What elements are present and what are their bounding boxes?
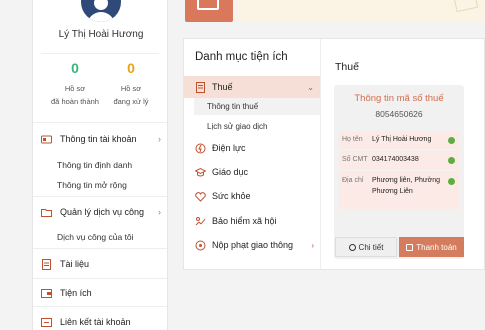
sidebar-item-linked-accounts[interactable]: Liên kết tài khoản bbox=[41, 314, 165, 330]
catalog-item-label: Sức khỏe bbox=[212, 191, 251, 201]
utility-icon bbox=[41, 288, 52, 299]
info-row-address: Địa chỉ Phương liên, Phường Phương Liên bbox=[339, 171, 459, 209]
info-key: Họ tên bbox=[342, 136, 363, 143]
stat-processing-label-2: đang xử lý bbox=[113, 97, 149, 106]
info-row-name: Họ tên Lý Thị Hoài Hương bbox=[339, 131, 459, 149]
education-icon bbox=[194, 167, 207, 178]
insurance-icon bbox=[195, 216, 206, 227]
sidebar-item-documents[interactable]: Tài liệu bbox=[41, 256, 165, 272]
tax-box-title: Thông tin mã số thuế bbox=[354, 93, 444, 104]
detail-button-label: Chi tiết bbox=[358, 242, 384, 252]
wallet-icon bbox=[406, 243, 414, 251]
pay-button[interactable]: Thanh toán bbox=[399, 237, 464, 257]
sidebar-subitem-my-services[interactable]: Dịch vụ công của tôi bbox=[57, 232, 134, 242]
catalog-item-traffic-fines[interactable]: Nộp phạt giao thông › bbox=[184, 234, 320, 256]
sidebar-item-label: Tiện ích bbox=[60, 288, 92, 298]
banner-decoration-icon bbox=[453, 0, 479, 13]
sidebar-subitem-extended[interactable]: Thông tin mở rộng bbox=[57, 180, 127, 190]
catalog-title: Danh mục tiện ích bbox=[195, 51, 288, 63]
divider bbox=[33, 278, 167, 279]
catalog-item-label: Điện lực bbox=[212, 143, 246, 153]
catalog-item-electricity[interactable]: Điện lực bbox=[184, 137, 320, 159]
catalog-item-tax[interactable]: Thuế ⌄ bbox=[184, 76, 320, 98]
divider bbox=[33, 248, 167, 249]
sidebar-item-label: Tài liệu bbox=[60, 259, 90, 269]
promo-icon-block bbox=[185, 0, 233, 22]
divider bbox=[33, 122, 167, 123]
sidebar-item-label: Liên kết tài khoản bbox=[60, 317, 131, 327]
sidebar-item-account[interactable]: Thông tin tài khoản › bbox=[41, 131, 165, 147]
info-value: 034174003438 bbox=[372, 156, 419, 163]
chevron-down-icon: ⌄ bbox=[307, 82, 314, 92]
divider bbox=[33, 196, 167, 197]
sidebar-item-label: Quản lý dịch vụ công bbox=[60, 207, 145, 217]
avatar-body-icon bbox=[87, 12, 115, 22]
detail-button[interactable]: Chi tiết bbox=[335, 237, 397, 257]
info-row-id: Số CMT 034174003438 bbox=[339, 151, 459, 169]
catalog-item-health[interactable]: Sức khỏe bbox=[184, 185, 320, 207]
info-value: Phương liên, Phường Phương Liên bbox=[372, 177, 440, 195]
pay-button-label: Thanh toán bbox=[416, 242, 457, 252]
document-icon bbox=[41, 258, 52, 270]
divider bbox=[41, 53, 159, 54]
sidebar-item-utilities[interactable]: Tiện ích bbox=[41, 285, 165, 301]
catalog-subitem-tax-info[interactable]: Thông tin thuế bbox=[194, 98, 320, 115]
chevron-right-icon: › bbox=[311, 240, 314, 250]
info-value: Lý Thị Hoài Hương bbox=[372, 136, 432, 143]
check-icon bbox=[448, 137, 455, 144]
electricity-icon bbox=[195, 143, 206, 154]
catalog-item-label: Nộp phạt giao thông bbox=[212, 240, 294, 250]
traffic-fine-icon bbox=[195, 240, 206, 251]
tax-heading: Thuế bbox=[335, 61, 359, 73]
chevron-right-icon: › bbox=[158, 134, 161, 144]
avatar[interactable] bbox=[81, 0, 121, 22]
stat-completed-label-1: Hồ sơ bbox=[64, 84, 86, 93]
check-icon bbox=[448, 157, 455, 164]
sidebar-item-public-services[interactable]: Quản lý dịch vụ công › bbox=[41, 204, 165, 220]
stat-completed[interactable]: 0 Hồ sơ đã hoàn thành bbox=[45, 60, 105, 108]
link-icon bbox=[41, 317, 52, 328]
stat-completed-count: 0 bbox=[71, 60, 79, 76]
catalog-item-label: Thuế bbox=[212, 82, 233, 92]
divider bbox=[320, 39, 321, 269]
catalog-item-education[interactable]: Giáo dục bbox=[184, 161, 320, 183]
top-banner bbox=[238, 0, 485, 22]
tax-code: 8054650626 bbox=[375, 109, 423, 119]
info-icon bbox=[348, 243, 356, 251]
avatar-head-icon bbox=[94, 0, 108, 10]
sidebar-item-label: Thông tin tài khoản bbox=[60, 134, 137, 144]
check-icon bbox=[448, 178, 455, 185]
left-sidebar: Lý Thị Hoài Hương 0 Hồ sơ đã hoàn thành … bbox=[32, 0, 168, 330]
health-icon bbox=[195, 191, 206, 202]
tax-icon bbox=[195, 81, 206, 93]
info-key: Địa chỉ bbox=[342, 177, 364, 184]
info-key: Số CMT bbox=[342, 156, 368, 163]
tray-icon bbox=[197, 0, 219, 10]
catalog-item-social-insurance[interactable]: Bảo hiểm xã hội bbox=[184, 210, 320, 232]
divider bbox=[33, 306, 167, 307]
stat-processing-count: 0 bbox=[127, 60, 135, 76]
catalog-item-label: Bảo hiểm xã hội bbox=[212, 216, 277, 226]
chevron-right-icon: › bbox=[158, 207, 161, 217]
stat-completed-label-2: đã hoàn thành bbox=[51, 97, 99, 106]
catalog-subitem-transaction-history[interactable]: Lịch sử giao dịch bbox=[194, 118, 320, 135]
stat-processing[interactable]: 0 Hồ sơ đang xử lý bbox=[101, 60, 161, 108]
folder-icon bbox=[41, 207, 52, 218]
catalog-item-label: Giáo dục bbox=[212, 167, 249, 177]
user-name: Lý Thị Hoài Hương bbox=[58, 29, 144, 40]
utility-card: Danh mục tiện ích Thuế ⌄ Thông tin thuế … bbox=[183, 38, 485, 270]
stat-processing-label-1: Hồ sơ bbox=[120, 84, 142, 93]
sidebar-subitem-identity[interactable]: Thông tin định danh bbox=[57, 160, 132, 170]
tax-info-box: Thông tin mã số thuế 8054650626 Họ tên L… bbox=[334, 85, 464, 259]
account-card-icon bbox=[41, 134, 52, 145]
